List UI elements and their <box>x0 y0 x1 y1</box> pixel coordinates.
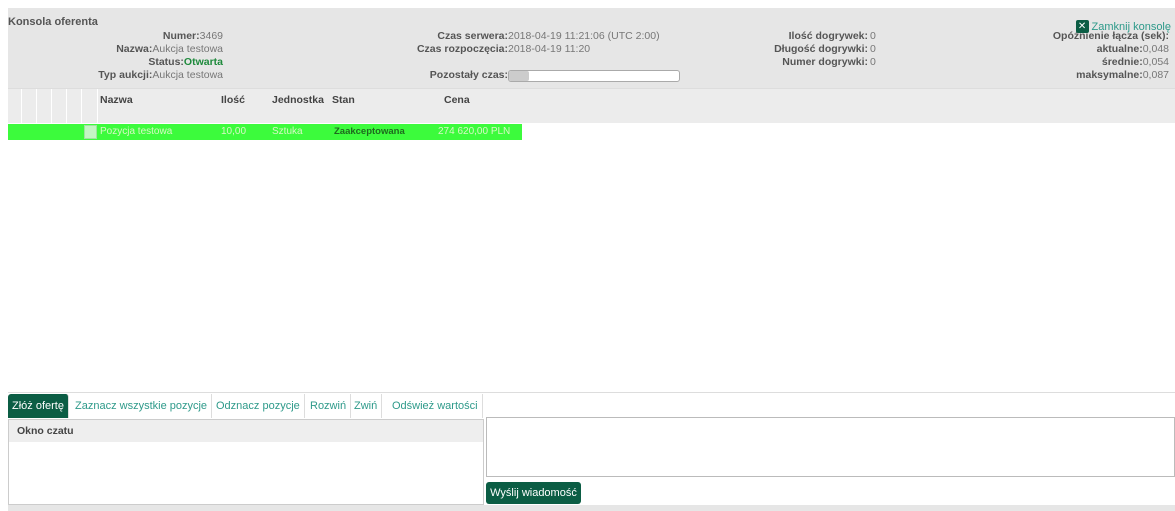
latency-info: Opóźnienie łącza (sek): aktualne:0,048 ś… <box>969 30 1169 82</box>
footer-bar <box>8 505 1175 511</box>
overtime-length-value: 0 <box>870 43 876 55</box>
close-icon: ✕ <box>1075 20 1089 33</box>
header-spacer <box>37 89 52 124</box>
close-console-link[interactable]: ✕ Zamknij konsolę <box>1075 20 1171 33</box>
expand-button[interactable]: Rozwiń <box>306 394 352 418</box>
header-spacer <box>52 89 67 124</box>
header-spacer <box>22 89 37 124</box>
cell-nazwa: Pozycja testowa <box>100 126 173 137</box>
header-spacer <box>8 89 22 124</box>
cell-jednostka: Sztuka <box>272 126 303 137</box>
chat-message-input[interactable] <box>486 417 1175 477</box>
typ-value: Aukcja testowa <box>152 69 223 81</box>
column-header-ilosc[interactable]: Ilość <box>221 89 245 111</box>
server-time-value: 2018-04-19 11:21:06 (UTC 2:00) <box>508 30 660 42</box>
latency-current-value: 0,048 <box>1142 43 1169 55</box>
latency-max-value: 0,087 <box>1142 69 1169 81</box>
column-header-stan[interactable]: Stan <box>332 89 355 111</box>
table-header: Nazwa Ilość Jednostka Stan Cena <box>8 88 1175 124</box>
action-toolbar: Złóż ofertę Zaznacz wszystkie pozycje Od… <box>8 394 1175 418</box>
overtime-length-label: Długość dogrywki: <box>774 43 868 55</box>
status-value: Otwarta <box>183 56 223 68</box>
server-time-label: Czas serwera: <box>437 30 508 42</box>
numer-label: Numer: <box>162 30 200 42</box>
chat-window: Okno czatu <box>8 419 484 505</box>
latency-average-label: średnie: <box>1101 56 1143 68</box>
start-time-label: Czas rozpoczęcia: <box>416 43 508 55</box>
latency-max-label: maksymalne: <box>1076 69 1143 81</box>
remaining-time-label: Pozostały czas: <box>429 69 508 81</box>
auction-info: Numer:3469 Nazwa:Aukcja testowa Status:O… <box>8 30 223 82</box>
deselect-button[interactable]: Odznacz pozycje <box>212 394 305 418</box>
overtime-number-value: 0 <box>870 56 876 68</box>
latency-current-label: aktualne: <box>1096 43 1143 55</box>
refresh-values-button[interactable]: Odśwież wartości <box>388 394 483 418</box>
collapse-button[interactable]: Zwiń <box>350 394 383 418</box>
header-checkbox-col <box>82 89 98 124</box>
typ-label: Typ aukcji: <box>98 69 153 81</box>
start-time-value: 2018-04-19 11:20 <box>508 43 591 55</box>
overtime-number-label: Numer dogrywki: <box>782 56 868 68</box>
chat-window-title: Okno czatu <box>9 420 483 442</box>
close-console-label: Zamknij konsolę <box>1091 20 1171 33</box>
table-body <box>8 140 1175 393</box>
overtime-count-label: Ilość dogrywek: <box>788 30 868 42</box>
table-row[interactable]: Pozycja testowa 10,00 Sztuka Zaakceptowa… <box>8 124 522 140</box>
nazwa-label: Nazwa: <box>116 43 153 55</box>
console-header: Konsola oferenta Numer:3469 Nazwa:Aukcja… <box>8 8 1175 88</box>
console-title: Konsola oferenta <box>8 16 98 28</box>
numer-value: 3469 <box>199 30 223 42</box>
overtime-count-value: 0 <box>870 30 876 42</box>
overtime-info: Ilość dogrywek: 0 Długość dogrywki: 0 Nume… <box>708 30 948 69</box>
cell-cena: 274 620,00 PLN <box>438 126 511 137</box>
cell-ilosc: 10,00 <box>221 126 247 137</box>
column-header-cena[interactable]: Cena <box>444 89 470 111</box>
select-all-button[interactable]: Zaznacz wszystkie pozycje <box>71 394 213 418</box>
latency-average-value: 0,054 <box>1142 56 1169 68</box>
column-header-jednostka[interactable]: Jednostka <box>272 89 324 111</box>
row-checkbox[interactable] <box>84 125 97 139</box>
send-message-button[interactable]: Wyślij wiadomość <box>486 482 581 504</box>
remaining-time-progress <box>508 70 680 82</box>
cell-stan: Zaakceptowana <box>334 126 405 137</box>
remaining-time-progress-fill <box>509 71 530 81</box>
column-header-nazwa[interactable]: Nazwa <box>100 89 133 111</box>
submit-offer-button[interactable]: Złóż ofertę <box>8 394 69 418</box>
status-label: Status: <box>148 56 184 68</box>
header-spacer <box>67 89 82 124</box>
nazwa-value: Aukcja testowa <box>152 43 223 55</box>
